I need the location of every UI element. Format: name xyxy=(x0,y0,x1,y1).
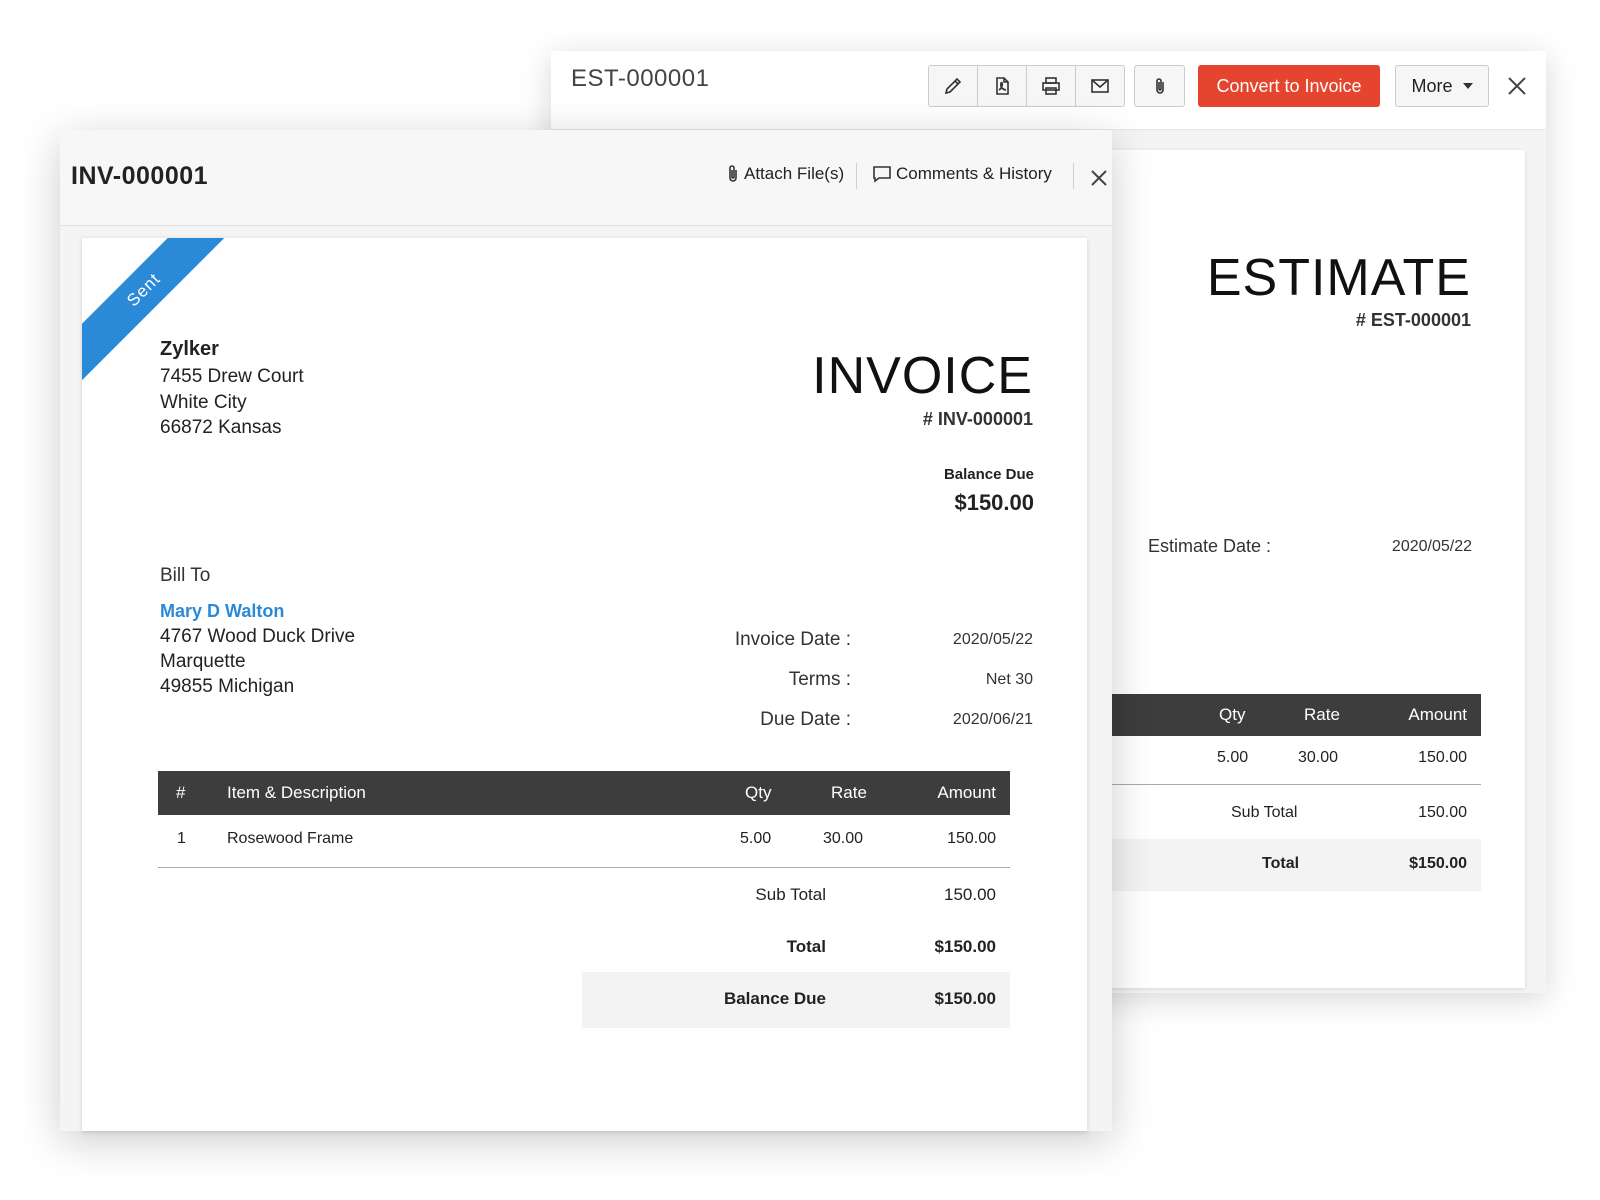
invoice-document: Sent Zylker 7455 Drew Court White City 6… xyxy=(82,238,1087,1131)
estimate-number: # EST-000001 xyxy=(1355,310,1471,330)
close-icon[interactable] xyxy=(1089,168,1109,188)
terms-value: Net 30 xyxy=(985,671,1033,688)
sub-total-label: Sub Total xyxy=(1231,804,1298,821)
invoice-id: INV-000001 xyxy=(71,162,209,190)
estimate-id: EST-000001 xyxy=(571,65,710,92)
organization-address-line: 7455 Drew Court xyxy=(160,366,304,387)
item-qty: 5.00 xyxy=(740,830,772,847)
item-name: Rosewood Frame xyxy=(227,830,354,847)
invoice-date-label: Invoice Date : xyxy=(734,629,851,650)
total-label: Total xyxy=(1262,855,1300,872)
caret-down-icon xyxy=(1462,83,1473,89)
estimate-title: ESTIMATE xyxy=(1206,249,1471,307)
estimate-table-header: Qty Rate Amount xyxy=(1096,694,1481,736)
due-date-value: 2020/06/21 xyxy=(952,711,1033,728)
convert-to-invoice-button[interactable]: Convert to Invoice xyxy=(1198,65,1380,107)
edit-button[interactable] xyxy=(929,66,978,106)
paperclip-icon xyxy=(1155,78,1164,94)
column-qty: Qty xyxy=(1219,705,1246,724)
item-qty: 5.00 xyxy=(1217,749,1249,766)
customer-address-line: 4767 Wood Duck Drive xyxy=(160,626,356,647)
total-label: Total xyxy=(786,937,826,956)
customer-address-line: Marquette xyxy=(160,651,246,672)
bill-to-label: Bill To xyxy=(160,565,211,586)
paperclip-icon xyxy=(729,165,737,182)
invoice-table-header: # Item & Description Qty Rate Amount xyxy=(158,771,1010,815)
total-row: Total $150.00 xyxy=(1096,839,1481,891)
item-rate: 30.00 xyxy=(823,830,864,847)
comments-history-label: Comments & History xyxy=(896,164,1052,183)
invoice-window: INV-000001 Attach File(s) Comments & His… xyxy=(60,130,1112,1131)
column-amount: Amount xyxy=(1408,705,1467,724)
more-label: More xyxy=(1411,75,1453,96)
customer-name-link[interactable]: Mary D Walton xyxy=(160,601,284,622)
comments-history-link[interactable]: Comments & History xyxy=(872,164,1052,184)
column-item: Item & Description xyxy=(227,783,366,802)
balance-due-row: Balance Due $150.00 xyxy=(582,972,1010,1028)
email-button[interactable] xyxy=(1076,66,1124,106)
sub-total-row: Sub Total 150.00 xyxy=(582,871,1010,923)
divider xyxy=(1073,163,1074,189)
divider xyxy=(856,163,857,189)
sub-total-row: Sub Total 150.00 xyxy=(1096,790,1481,836)
item-amount: 150.00 xyxy=(1418,749,1467,766)
organization-address-line: 66872 Kansas xyxy=(160,417,282,438)
column-amount: Amount xyxy=(937,783,996,802)
estimate-date-value: 2020/05/22 xyxy=(1391,538,1472,555)
attach-button[interactable] xyxy=(1134,65,1185,107)
column-rate: Rate xyxy=(1304,705,1340,724)
due-date-label: Due Date : xyxy=(760,709,851,730)
estimate-header: EST-000001 Convert to Invoice More xyxy=(551,51,1546,130)
balance-due-amount: $150.00 xyxy=(954,490,1034,515)
invoice-number: # INV-000001 xyxy=(922,409,1033,429)
estimate-toolbar xyxy=(928,65,1125,107)
envelope-icon xyxy=(1091,79,1109,93)
column-rate: Rate xyxy=(831,783,867,802)
column-qty: Qty xyxy=(745,783,772,802)
organization-address-line: White City xyxy=(160,392,247,413)
balance-due-row-label: Balance Due xyxy=(723,989,826,1008)
sub-total-value: 150.00 xyxy=(1418,804,1467,821)
printer-icon xyxy=(1042,77,1060,95)
invoice-header: INV-000001 Attach File(s) Comments & His… xyxy=(60,130,1112,226)
total-row: Total $150.00 xyxy=(582,923,1010,975)
more-dropdown[interactable]: More xyxy=(1395,65,1489,107)
attach-files-label: Attach File(s) xyxy=(744,164,845,183)
terms-label: Terms : xyxy=(788,669,851,690)
item-number: 1 xyxy=(177,830,186,847)
organization-name: Zylker xyxy=(160,338,219,360)
pdf-button[interactable] xyxy=(978,66,1027,106)
table-row: 5.00 30.00 150.00 xyxy=(1096,738,1481,785)
total-value: $150.00 xyxy=(934,937,996,956)
balance-due-label: Balance Due xyxy=(943,466,1034,483)
sub-total-label: Sub Total xyxy=(755,885,826,904)
item-amount: 150.00 xyxy=(947,830,996,847)
sub-total-value: 150.00 xyxy=(944,885,996,904)
comment-icon xyxy=(873,166,891,183)
estimate-date-label: Estimate Date : xyxy=(1148,536,1272,556)
total-value: $150.00 xyxy=(1409,855,1467,872)
invoice-title: INVOICE xyxy=(812,347,1033,405)
print-button[interactable] xyxy=(1027,66,1076,106)
balance-due-row-value: $150.00 xyxy=(934,989,996,1008)
column-number: # xyxy=(176,783,186,802)
item-rate: 30.00 xyxy=(1298,749,1339,766)
close-icon[interactable] xyxy=(1506,75,1528,97)
pencil-icon xyxy=(944,77,962,95)
attach-files-link[interactable]: Attach File(s) xyxy=(726,164,844,184)
pdf-icon xyxy=(996,77,1009,95)
invoice-date-value: 2020/05/22 xyxy=(952,631,1033,648)
customer-address-line: 49855 Michigan xyxy=(160,676,295,697)
table-row: 1 Rosewood Frame 5.00 30.00 150.00 xyxy=(158,818,1010,868)
